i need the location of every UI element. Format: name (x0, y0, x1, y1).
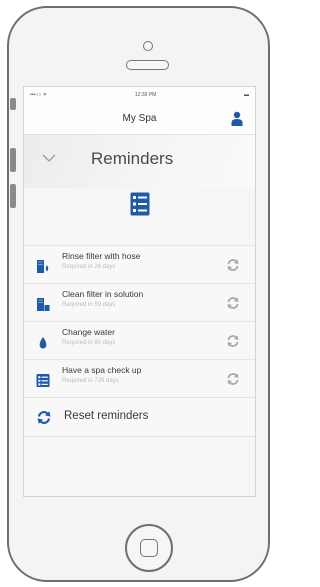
user-icon[interactable] (231, 111, 243, 126)
home-button[interactable] (125, 524, 173, 572)
reset-icon (37, 411, 51, 424)
nav-bar: My Spa (24, 103, 255, 135)
reminder-title: Have a spa check up (62, 365, 142, 375)
reminder-title: Change water (62, 327, 115, 337)
reminder-due: Required in 59 days (62, 302, 116, 308)
reset-arrows-icon[interactable] (226, 334, 240, 348)
reminders-header: Reminders (24, 135, 255, 188)
mute-switch (10, 98, 16, 110)
checklist-icon (36, 374, 50, 387)
status-bar: •••○○ ᯤ 12:39 PM ▬ (24, 87, 255, 103)
reminder-title: Rinse filter with hose (62, 251, 141, 261)
reset-arrows-icon[interactable] (226, 372, 240, 386)
reset-arrows-icon[interactable] (226, 258, 240, 272)
filter-drop-icon (37, 260, 49, 273)
reset-reminders-label: Reset reminders (64, 410, 149, 422)
app-screen: •••○○ ᯤ 12:39 PM ▬ My Spa Reminders Rins… (23, 86, 256, 497)
home-button-square (140, 539, 158, 557)
reminder-due: Required in 729 days (62, 378, 119, 384)
reminder-row-rinse-filter[interactable]: Rinse filter with hose Required in 26 da… (24, 245, 255, 283)
volume-up-button (10, 148, 16, 172)
reminder-title: Clean filter in solution (62, 289, 144, 299)
front-camera (143, 41, 153, 51)
volume-down-button (10, 184, 16, 208)
status-time: 12:39 PM (134, 92, 157, 98)
water-drop-icon (39, 337, 47, 349)
reminders-title: Reminders (91, 149, 174, 168)
reminder-row-spa-checkup[interactable]: Have a spa check up Required in 729 days (24, 359, 255, 397)
reminder-due: Required in 26 days (62, 264, 116, 270)
battery-indicator: ▬ (244, 92, 249, 98)
filter-clean-icon (37, 298, 50, 311)
reminder-row-change-water[interactable]: Change water Required in 80 days (24, 321, 255, 359)
earpiece-speaker (126, 60, 169, 70)
chevron-down-icon[interactable] (42, 153, 56, 163)
reminder-due: Required in 80 days (62, 340, 116, 346)
list-icon (130, 192, 149, 216)
reminder-list: Rinse filter with hose Required in 26 da… (24, 245, 255, 437)
reset-reminders-button[interactable]: Reset reminders (24, 397, 255, 437)
carrier-signal: •••○○ ᯤ (30, 92, 48, 98)
reminder-row-clean-filter[interactable]: Clean filter in solution Required in 59 … (24, 283, 255, 321)
nav-title: My Spa (122, 113, 157, 124)
reset-arrows-icon[interactable] (226, 296, 240, 310)
list-icon-container (24, 188, 255, 245)
